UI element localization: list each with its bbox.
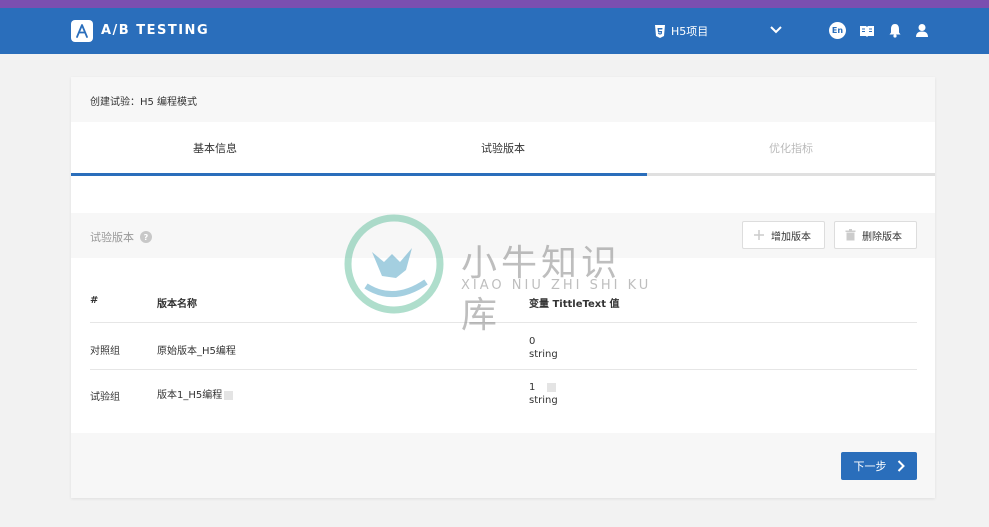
row-version-name: 版本1_H5编程 <box>157 390 223 401</box>
edit-name-icon[interactable] <box>224 390 234 400</box>
chevron-right-icon <box>897 460 905 472</box>
tab-progress-active <box>71 173 647 176</box>
row-version-name: 原始版本_H5编程 <box>157 346 236 357</box>
tab-experiment-versions[interactable]: 试验版本 <box>359 122 647 176</box>
top-accent-strip <box>0 0 989 8</box>
step-tabs: 基本信息 试验版本 优化指标 <box>71 122 935 176</box>
app-logo-text: A/B TESTING <box>101 23 210 38</box>
delete-version-button[interactable]: 删除版本 <box>834 221 917 249</box>
col-header-index: # <box>90 295 99 306</box>
row-type: string <box>529 395 558 406</box>
docs-icon[interactable] <box>859 24 875 38</box>
edit-value-icon[interactable] <box>546 382 556 392</box>
row-value: 1 <box>529 382 536 393</box>
project-name: H5项目 <box>671 25 709 38</box>
next-step-button[interactable]: 下一步 <box>841 452 917 480</box>
top-navbar: A/B TESTING H5项目 En <box>0 8 989 54</box>
chevron-down-icon[interactable] <box>770 25 782 34</box>
language-switch[interactable]: En <box>829 22 846 39</box>
table-divider <box>90 369 917 370</box>
add-version-label: 增加版本 <box>771 231 811 243</box>
logo-icon <box>71 20 93 42</box>
add-version-button[interactable]: 增加版本 <box>742 221 825 249</box>
tab-progress-rest <box>647 173 935 176</box>
tab-basic-info[interactable]: 基本信息 <box>71 122 359 176</box>
delete-version-label: 删除版本 <box>862 231 902 243</box>
tab-optimization-metrics[interactable]: 优化指标 <box>647 122 935 176</box>
card-footer: 下一步 <box>71 433 935 498</box>
versions-section-header: 试验版本 ? 增加版本 删除版本 <box>71 213 935 258</box>
row-group: 对照组 <box>90 346 120 357</box>
row-type: string <box>529 349 558 360</box>
html5-icon <box>655 24 665 38</box>
bell-icon[interactable] <box>888 23 902 38</box>
create-experiment-card: 创建试验：H5 编程模式 基本信息 试验版本 优化指标 试验版本 ? 增加版本 … <box>71 77 935 498</box>
next-step-label: 下一步 <box>853 460 887 473</box>
table-divider <box>90 322 917 323</box>
project-selector[interactable]: H5项目 <box>654 23 708 39</box>
user-icon[interactable] <box>915 23 929 38</box>
card-header: 创建试验：H5 编程模式 <box>71 77 935 122</box>
help-icon[interactable]: ? <box>140 231 152 243</box>
col-header-variable-value: 变量 TittleText 值 <box>529 299 620 310</box>
row-group: 试验组 <box>90 392 120 403</box>
trash-icon <box>845 229 856 241</box>
page-title: 创建试验：H5 编程模式 <box>90 97 198 108</box>
row-value: 0 <box>529 336 536 347</box>
plus-icon <box>754 230 764 240</box>
section-title: 试验版本 <box>90 231 134 244</box>
col-header-version-name: 版本名称 <box>157 299 197 310</box>
